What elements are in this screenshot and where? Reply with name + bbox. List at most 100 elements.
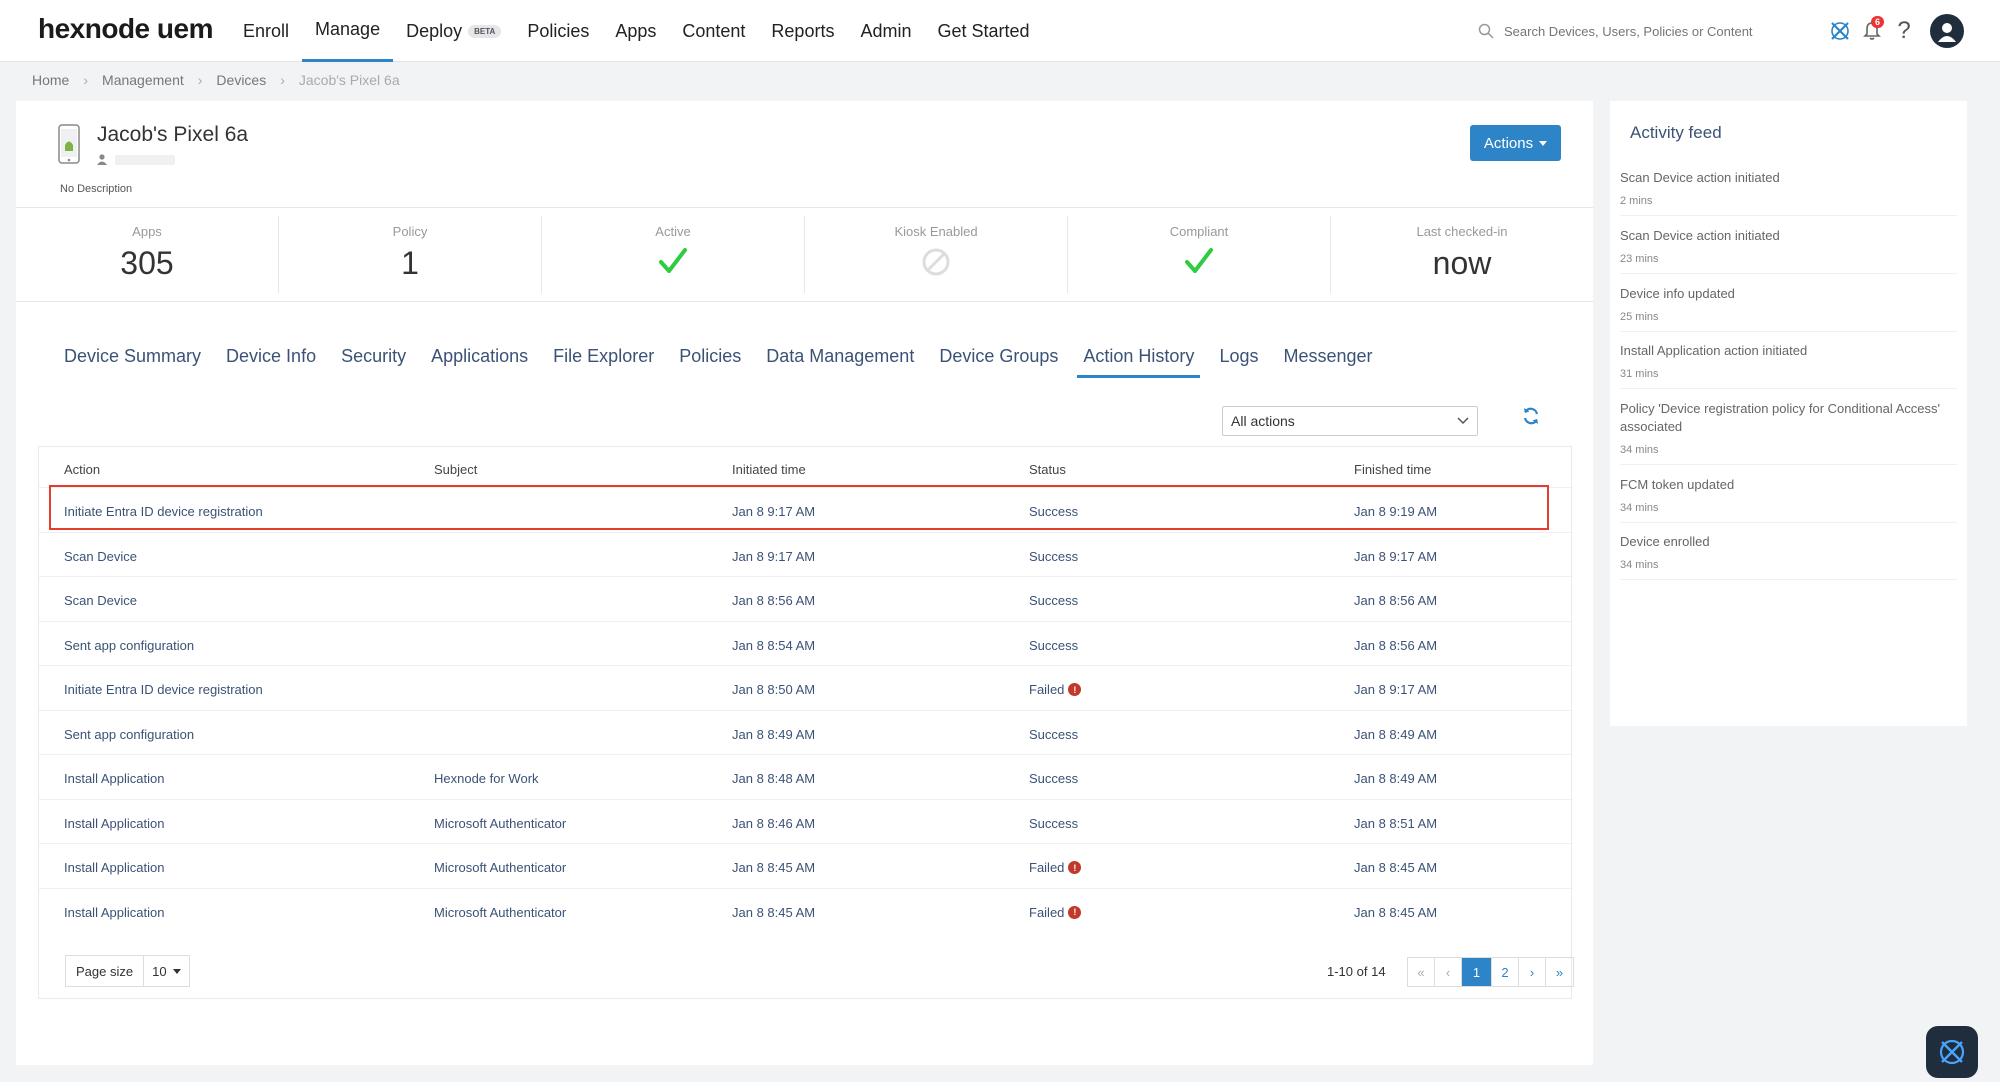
error-info-icon[interactable]: !: [1068, 861, 1082, 874]
table-row[interactable]: Sent app configuration Jan 8 8:54 AM Succe…: [39, 620, 1573, 666]
user-avatar[interactable]: [1930, 14, 1964, 48]
table-row[interactable]: Scan Device Jan 8 8:56 AM Success Jan 8 8:5…: [39, 576, 1573, 621]
cell-action: Initiate Entra ID device registration: [64, 682, 263, 697]
tab-device-summary[interactable]: Device Summary: [58, 346, 207, 378]
next-page-button[interactable]: ›: [1519, 958, 1546, 986]
refresh-icon[interactable]: [1521, 406, 1541, 426]
error-info-icon[interactable]: !: [1068, 905, 1082, 919]
nav-label: Deploy: [406, 20, 463, 41]
activity-time: 2 mins: [1620, 195, 1653, 207]
chevron-down-icon: [1457, 417, 1469, 425]
tab-device-groups[interactable]: Device Groups: [933, 346, 1064, 378]
cell-action-text: Sent app configuration: [64, 726, 195, 742]
column-header-action[interactable]: Action: [64, 462, 100, 477]
page-size-select[interactable]: 10: [144, 956, 188, 986]
activity-feed-item: Install Application action initiated 31 m…: [1620, 342, 1957, 389]
column-header-initiated-time[interactable]: Initiated time: [732, 462, 806, 477]
table-row[interactable]: Install Application Microsoft Authenticat…: [39, 798, 1573, 844]
cell-action: Initiate Entra ID device registration: [64, 504, 263, 519]
table-row[interactable]: Install Application Microsoft Authenticat…: [39, 887, 1573, 933]
nav-content[interactable]: Content: [669, 0, 758, 62]
cell-initiated-time-text: Jan 8 8:45 AM: [732, 860, 816, 875]
table-row[interactable]: Initiate Entra ID device registration Jan…: [39, 665, 1573, 710]
page-size-label: Page size: [66, 956, 145, 986]
cell-status-text: Success: [1029, 504, 1079, 519]
page-1-button[interactable]: 1: [1462, 958, 1492, 986]
tab-action-history[interactable]: Action History: [1077, 346, 1201, 378]
cell-initiated-time: Jan 8 8:46 AM: [732, 816, 815, 831]
nav-reports[interactable]: Reports: [758, 0, 847, 62]
nav-manage[interactable]: Manage: [302, 0, 394, 62]
chat-support-button[interactable]: [1926, 1026, 1978, 1078]
cell-finished-time-text: Jan 8 8:51 AM: [1354, 815, 1438, 831]
main-nav: Enroll Manage Deploy BETA Policies Apps C…: [230, 0, 1043, 62]
nav-deploy[interactable]: Deploy BETA: [393, 0, 514, 62]
tab-applications[interactable]: Applications: [425, 346, 534, 378]
column-header-finished-time[interactable]: Finished time: [1354, 462, 1431, 477]
stat-policy[interactable]: Policy 1: [279, 216, 542, 293]
android-phone-icon: [58, 124, 80, 164]
first-page-button[interactable]: «: [1408, 958, 1435, 986]
search-input[interactable]: [1504, 23, 1764, 39]
cell-subject-text: Microsoft Authenticator: [434, 904, 567, 920]
nav-apps[interactable]: Apps: [602, 0, 669, 62]
hexnode-assist-icon[interactable]: [1824, 14, 1856, 48]
tab-logs[interactable]: Logs: [1213, 346, 1264, 378]
tab-messenger[interactable]: Messenger: [1277, 346, 1378, 378]
nav-admin[interactable]: Admin: [847, 0, 924, 62]
last-page-button[interactable]: »: [1546, 958, 1573, 986]
table-row[interactable]: Scan Device Jan 8 9:17 AM Success Jan 8 9:1…: [39, 531, 1573, 577]
device-tabs: Device Summary Device Info Security Appl…: [58, 346, 1392, 378]
column-header-status[interactable]: Status: [1029, 462, 1066, 477]
notification-bell-icon[interactable]: 6: [1856, 14, 1888, 48]
pagination-range: 1-10 of 14: [1327, 964, 1386, 979]
action-filter-select[interactable]: All actions: [1222, 406, 1478, 436]
pagination: « ‹ 1 2 › »: [1407, 957, 1574, 987]
stat-apps[interactable]: Apps 305: [16, 216, 279, 293]
cell-finished-time-text: Jan 8 8:49 AM: [1354, 726, 1438, 742]
table-row[interactable]: Sent app configuration Jan 8 8:49 AM Succe…: [39, 709, 1573, 755]
activity-time: 34 mins: [1620, 444, 1659, 456]
column-header-subject[interactable]: Subject: [434, 462, 477, 477]
stat-value: now: [1432, 245, 1492, 281]
breadcrumb-current: Jacob's Pixel 6a: [298, 72, 400, 88]
stat-label: Compliant: [1169, 224, 1229, 239]
cell-status: Failed!: [1029, 905, 1082, 920]
tab-security[interactable]: Security: [335, 346, 412, 378]
cell-action: Scan Device: [64, 549, 137, 564]
table-row[interactable]: Initiate Entra ID device registration Jan…: [39, 487, 1573, 532]
cell-action: Install Application: [64, 816, 164, 831]
hexnode-logo[interactable]: hexnode uem: [38, 13, 213, 45]
cell-status-text: Failed: [1029, 682, 1065, 697]
breadcrumb-management[interactable]: Management: [102, 72, 184, 88]
nav-get-started[interactable]: Get Started: [924, 0, 1042, 62]
table-row[interactable]: Install Application Hexnode for Work Jan 8…: [39, 754, 1573, 799]
cell-action-text: Install Application: [64, 815, 165, 831]
stat-value: 305: [120, 245, 174, 281]
tab-policies[interactable]: Policies: [673, 346, 747, 378]
prev-page-button[interactable]: ‹: [1435, 958, 1462, 986]
breadcrumb-home[interactable]: Home: [32, 72, 69, 88]
cell-status-text: Success: [1029, 815, 1079, 831]
page-2-button[interactable]: 2: [1492, 958, 1519, 986]
tab-file-explorer[interactable]: File Explorer: [547, 346, 660, 378]
help-icon[interactable]: ?: [1888, 14, 1920, 48]
error-info-icon[interactable]: !: [1068, 683, 1082, 696]
stat-kiosk-enabled: Kiosk Enabled: [805, 216, 1068, 293]
cell-finished-time: Jan 8 8:56 AM: [1354, 638, 1437, 653]
tab-data-management[interactable]: Data Management: [760, 346, 920, 378]
nav-policies[interactable]: Policies: [514, 0, 602, 62]
table-row[interactable]: Install Application Microsoft Authenticat…: [39, 843, 1573, 888]
nav-enroll[interactable]: Enroll: [230, 0, 302, 62]
nav-label: Admin: [860, 20, 912, 41]
cell-initiated-time-text: Jan 8 8:45 AM: [732, 904, 816, 920]
tab-device-info[interactable]: Device Info: [220, 346, 322, 378]
cell-action: Scan Device: [64, 593, 137, 608]
cell-status-text: Success: [1029, 726, 1079, 742]
actions-label: Actions: [1483, 134, 1534, 152]
breadcrumb-devices[interactable]: Devices: [216, 72, 266, 88]
activity-feed-item: Device enrolled 34 mins: [1620, 533, 1957, 580]
cell-finished-time: Jan 8 8:56 AM: [1354, 593, 1437, 608]
actions-dropdown-button[interactable]: Actions: [1470, 125, 1561, 161]
cell-finished-time: Jan 8 8:49 AM: [1354, 771, 1437, 786]
